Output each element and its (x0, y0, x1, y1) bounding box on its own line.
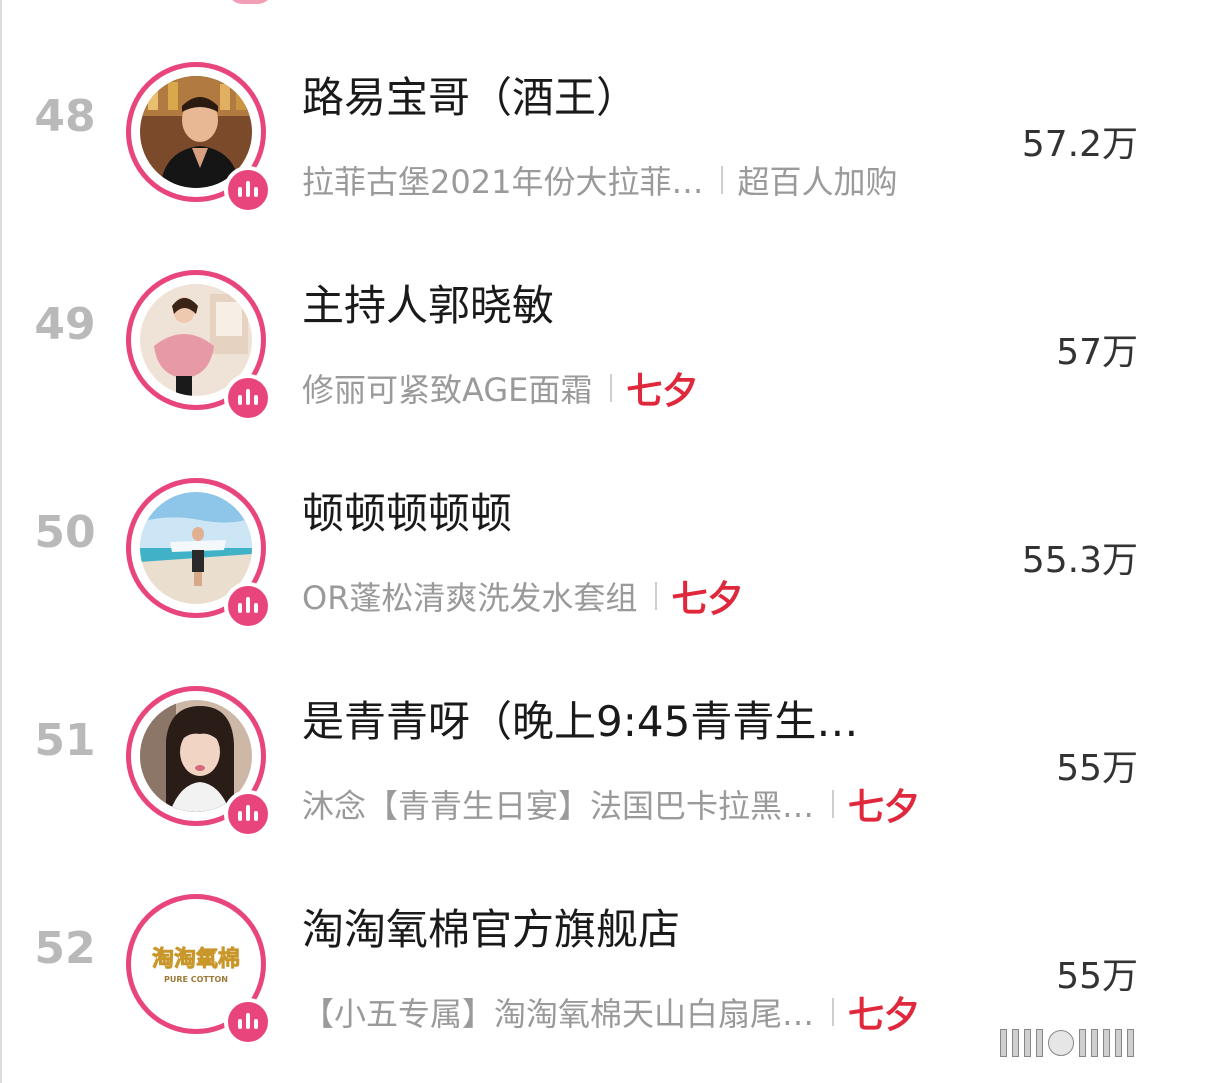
promo-tag: 七夕 (848, 995, 921, 1036)
streamer-name: 淘淘氧棉官方旗舰店 (302, 905, 681, 954)
ranking-row[interactable]: 48 路易宝哥（酒王） 拉菲古堡2021年份大拉菲… 超百人加购 57.2万 (0, 0, 1220, 214)
product-name: OR蓬松清爽洗发水套组 (302, 579, 638, 617)
promo-tag: 七夕 (848, 787, 921, 828)
viewer-count: 55.3万 (1021, 540, 1138, 581)
live-indicator-icon (224, 582, 272, 630)
divider (721, 166, 724, 194)
viewer-count: 55万 (1056, 956, 1138, 997)
ranking-row[interactable]: 51 是青青呀（晚上9:45青青生… 沐念【青青生日宴】法国巴卡拉黑… 七夕 5… (0, 624, 1220, 838)
product-info: 沐念【青青生日宴】法国巴卡拉黑… 七夕 (302, 784, 920, 828)
rank-number: 51 (34, 715, 96, 766)
divider (610, 374, 613, 402)
rank-number: 50 (34, 507, 96, 558)
product-info: 拉菲古堡2021年份大拉菲… 超百人加购 (302, 160, 898, 201)
divider (655, 582, 658, 610)
promo-tag: 七夕 (626, 371, 699, 412)
product-info: OR蓬松清爽洗发水套组 七夕 (302, 576, 743, 620)
rank-number: 52 (34, 923, 96, 974)
live-ranking-list: 48 路易宝哥（酒王） 拉菲古堡2021年份大拉菲… 超百人加购 57.2万 4… (0, 0, 1220, 1083)
ranking-row[interactable]: 50 顿顿顿顿顿 OR蓬松清爽洗发水套组 七夕 55.3万 (0, 416, 1220, 630)
live-indicator-icon (224, 998, 272, 1046)
product-info: 【小五专属】淘淘氧棉天山白扇尾… 七夕 (302, 992, 920, 1036)
live-indicator-icon (224, 790, 272, 838)
streamer-name: 路易宝哥（酒王） (302, 73, 639, 122)
rank-number: 49 (34, 299, 96, 350)
viewer-count: 57万 (1056, 332, 1138, 373)
divider (832, 998, 835, 1026)
promo-tag: 超百人加购 (737, 163, 898, 201)
divider (832, 790, 835, 818)
rank-number: 48 (34, 91, 96, 142)
product-info: 修丽可紧致AGE面霜 七夕 (302, 368, 698, 412)
live-indicator-icon (224, 166, 272, 214)
streamer-name: 主持人郭晓敏 (302, 281, 555, 330)
product-name: 修丽可紧致AGE面霜 (302, 371, 593, 409)
streamer-name: 顿顿顿顿顿 (302, 489, 513, 538)
promo-tag: 七夕 (671, 579, 744, 620)
streamer-name: 是青青呀（晚上9:45青青生… (302, 697, 859, 746)
viewer-count: 57.2万 (1021, 124, 1138, 165)
watermark-logo (1000, 1026, 1134, 1060)
viewer-count: 55万 (1056, 748, 1138, 789)
product-name: 【小五专属】淘淘氧棉天山白扇尾… (302, 995, 815, 1033)
brand-logo-text: 淘淘氧棉 (152, 946, 240, 972)
product-name: 拉菲古堡2021年份大拉菲… (302, 163, 704, 201)
product-name: 沐念【青青生日宴】法国巴卡拉黑… (302, 787, 815, 825)
ranking-row[interactable]: 52 淘淘氧棉 PURE COTTON 淘淘氧棉官方旗舰店 【小五专属】淘淘氧棉… (0, 832, 1220, 1046)
svg-text:PURE COTTON: PURE COTTON (164, 975, 228, 984)
ranking-row[interactable]: 49 主持人郭晓敏 修丽可紧致AGE面霜 七夕 57万 (0, 208, 1220, 422)
live-indicator-icon (224, 374, 272, 422)
